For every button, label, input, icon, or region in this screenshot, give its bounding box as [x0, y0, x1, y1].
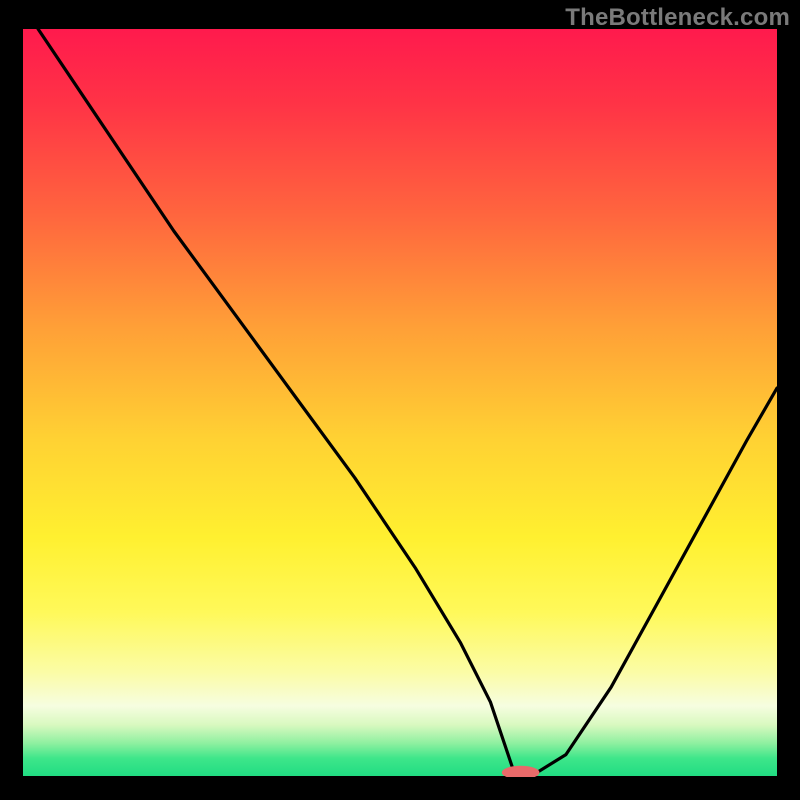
bottleneck-chart — [23, 29, 777, 777]
gradient-bg — [23, 29, 777, 777]
watermark-text: TheBottleneck.com — [565, 4, 790, 32]
chart-svg — [23, 29, 777, 777]
chart-frame: TheBottleneck.com — [0, 0, 800, 800]
